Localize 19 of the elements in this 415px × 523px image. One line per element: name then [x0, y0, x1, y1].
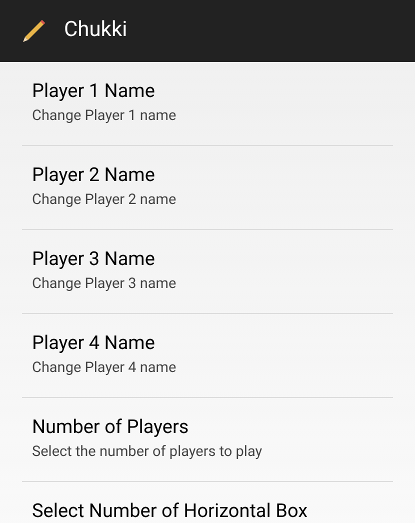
app-title: Chukki [64, 17, 128, 44]
preference-summary: Change Player 1 name [32, 106, 178, 126]
preference-item[interactable]: Player 2 Name Change Player 2 name [0, 146, 415, 229]
preference-item[interactable]: Player 3 Name Change Player 3 name [0, 230, 415, 313]
preference-title: Player 4 Name [32, 330, 156, 356]
preference-item[interactable]: Player 4 Name Change Player 4 name [0, 314, 415, 397]
preference-title: Select Number of Horizontal Box [32, 498, 309, 523]
preference-title: Player 1 Name [32, 78, 156, 104]
preference-summary: Change Player 4 name [32, 358, 178, 378]
preference-title: Player 2 Name [32, 162, 156, 188]
preference-item[interactable]: Player 1 Name Change Player 1 name [0, 62, 415, 145]
preference-summary: Change Player 3 name [32, 274, 178, 294]
pencil-icon [20, 17, 48, 45]
preference-summary: Change Player 2 name [32, 190, 178, 210]
preference-summary: Select the number of players to play [32, 442, 264, 462]
preference-item[interactable]: Number of Players Select the number of players to play [0, 398, 415, 481]
preference-item[interactable]: Select Number of Horizontal Box [0, 482, 415, 523]
preference-title: Player 3 Name [32, 246, 156, 272]
preference-title: Number of Players [32, 414, 190, 440]
